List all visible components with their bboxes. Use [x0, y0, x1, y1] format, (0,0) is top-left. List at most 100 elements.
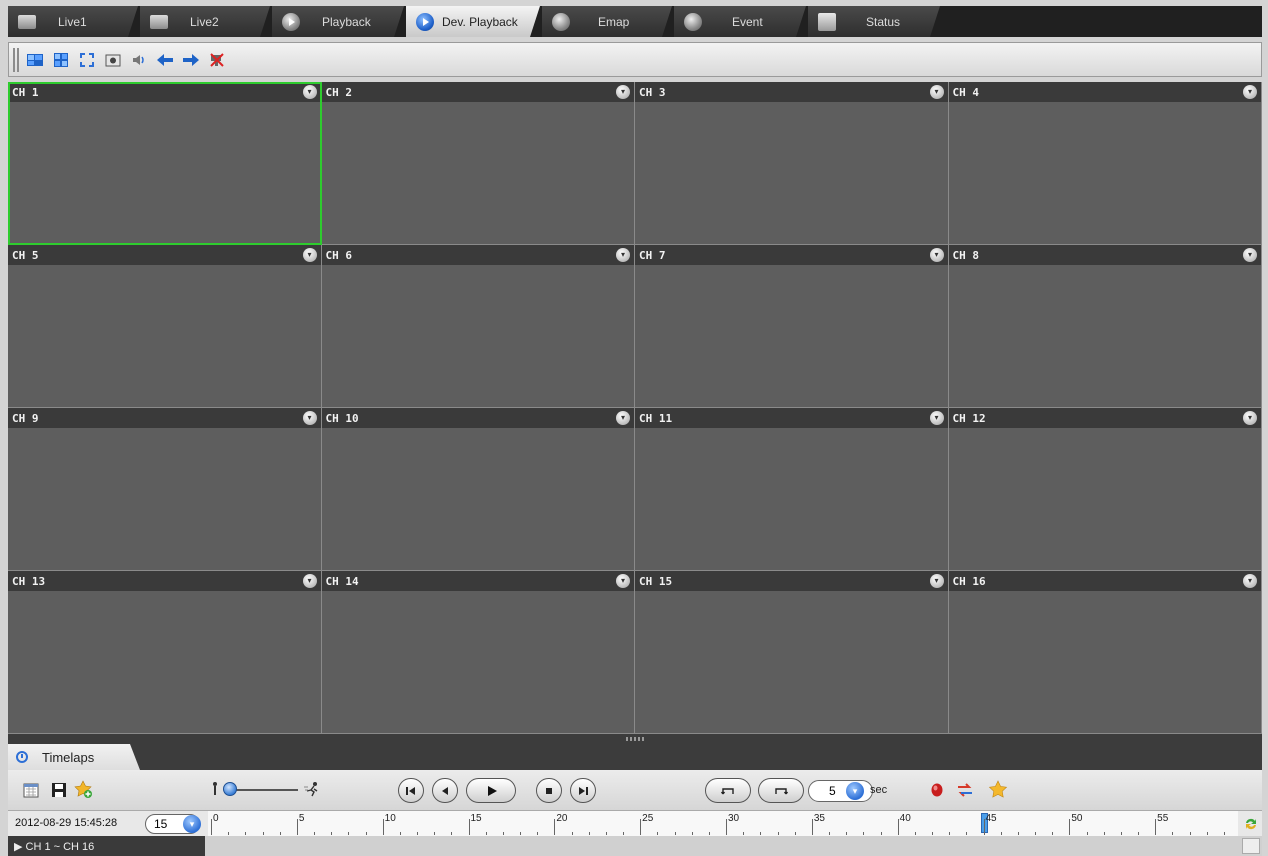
timeline-tick: [914, 832, 916, 835]
snapshot-icon[interactable]: [103, 50, 123, 70]
channel-menu-icon[interactable]: ▾: [929, 85, 944, 99]
status-note-icon: [818, 12, 836, 31]
channel-header: CH 12 ▾: [948, 408, 1261, 428]
channel-cell[interactable]: CH 3 ▾: [635, 82, 949, 245]
refresh-icon[interactable]: [1242, 815, 1260, 838]
channel-menu-icon[interactable]: ▾: [1243, 85, 1257, 99]
bookmark-add-icon[interactable]: [74, 780, 94, 800]
channel-menu-icon[interactable]: ▾: [1243, 411, 1257, 425]
speed-slider-track[interactable]: [233, 789, 298, 791]
channel-menu-icon[interactable]: ▾: [616, 411, 630, 425]
channel-menu-icon[interactable]: ▾: [929, 574, 944, 588]
channel-cell[interactable]: CH 6 ▾: [321, 245, 635, 408]
timeline-tick: [1189, 832, 1191, 835]
tab-label: Status: [866, 14, 901, 29]
tab-timelaps[interactable]: Timelaps: [8, 744, 140, 770]
play-button[interactable]: [466, 778, 516, 803]
channel-cell[interactable]: CH 1 ▾: [8, 82, 322, 245]
audio-icon[interactable]: [129, 50, 149, 70]
panel-splitter[interactable]: [8, 734, 1262, 744]
channel-menu-icon[interactable]: ▾: [929, 411, 944, 425]
channel-menu-icon[interactable]: ▾: [929, 248, 944, 262]
tab-status[interactable]: Status: [808, 6, 940, 37]
channel-cell[interactable]: CH 5 ▾: [8, 245, 322, 408]
channel-menu-icon[interactable]: ▾: [1243, 574, 1257, 588]
fullscreen-icon[interactable]: [77, 50, 97, 70]
export-icon[interactable]: [956, 782, 974, 798]
timeline-tick: [1017, 832, 1019, 835]
channel-cell[interactable]: CH 13 ▾: [8, 571, 322, 734]
channel-menu-icon[interactable]: ▾: [302, 574, 317, 588]
channel-cell[interactable]: CH 15 ▾: [635, 571, 949, 734]
channel-title: CH 3: [639, 85, 666, 99]
skip-end-button[interactable]: [570, 778, 596, 803]
arrow-left-icon[interactable]: [155, 50, 175, 70]
favorite-star-icon[interactable]: [988, 780, 1008, 800]
timeline-tick: [245, 832, 247, 835]
channel-range-label[interactable]: ▶ CH 1 ~ CH 16: [8, 836, 205, 856]
step-forward-button[interactable]: [758, 778, 804, 803]
channel-menu-icon[interactable]: ▾: [616, 574, 630, 588]
disconnect-icon[interactable]: [207, 50, 227, 70]
channel-menu-icon[interactable]: ▾: [302, 85, 317, 99]
channel-title: CH 4: [952, 85, 980, 99]
arrow-right-icon[interactable]: [181, 50, 201, 70]
timeline-tick-label: 15: [470, 813, 482, 824]
channel-menu-icon[interactable]: ▾: [616, 248, 630, 262]
splitter-grip[interactable]: [626, 737, 644, 741]
channel-cell[interactable]: CH 2 ▾: [321, 82, 635, 245]
tab-live2[interactable]: Live2: [140, 6, 270, 37]
calendar-icon[interactable]: [23, 782, 39, 798]
record-icon[interactable]: [930, 782, 944, 798]
step-back-button[interactable]: [432, 778, 458, 803]
timeline-tick: [726, 819, 727, 835]
timeline-tick-label: 25: [642, 813, 654, 824]
stop-button[interactable]: [536, 778, 562, 803]
channel-header: CH 11 ▾: [635, 408, 948, 428]
channel-cell[interactable]: CH 10 ▾: [321, 408, 635, 571]
timeline-tick: [348, 832, 350, 835]
channel-menu-icon[interactable]: ▾: [302, 248, 317, 262]
channel-cell[interactable]: CH 14 ▾: [321, 571, 635, 734]
channel-menu-icon[interactable]: ▾: [302, 411, 317, 425]
channel-menu-icon[interactable]: ▾: [616, 85, 630, 99]
step-interval-dropdown-icon[interactable]: ▾: [846, 782, 864, 800]
channel-title: CH 6: [325, 248, 353, 262]
channel-cell[interactable]: CH 9 ▾: [8, 408, 322, 571]
timeline-tick-label: 10: [384, 813, 396, 824]
step-backward-button[interactable]: [705, 778, 751, 803]
tab-event[interactable]: Event: [674, 6, 806, 37]
step-interval-value: 5: [829, 784, 836, 798]
channel-title: CH 10: [325, 411, 359, 425]
tab-dev-playback[interactable]: Dev. Playback: [406, 6, 540, 37]
globe-icon: [552, 12, 570, 31]
tab-label: Dev. Playback: [442, 14, 518, 29]
channel-cell[interactable]: CH 12 ▾: [948, 408, 1262, 571]
timeline-tick-label: 40: [899, 813, 911, 824]
channel-cell[interactable]: CH 4 ▾: [948, 82, 1262, 245]
timeline-zoom-dropdown-icon[interactable]: ▾: [183, 815, 201, 833]
save-icon[interactable]: [50, 781, 68, 799]
timeline-tick-label: 45: [985, 813, 997, 824]
channel-header: CH 9 ▾: [8, 408, 321, 428]
tab-playback[interactable]: Playback: [272, 6, 404, 37]
tab-live1[interactable]: Live1: [8, 6, 138, 37]
playback-controls: 5 ▾ sec: [8, 770, 1262, 810]
tab-emap[interactable]: Emap: [542, 6, 672, 37]
channel-cell[interactable]: CH 8 ▾: [948, 245, 1262, 408]
tab-label: Live1: [58, 14, 87, 29]
speed-slider-knob[interactable]: [223, 782, 237, 796]
skip-start-button[interactable]: [398, 778, 424, 803]
channel-cell[interactable]: CH 16 ▾: [948, 571, 1262, 734]
layout-16x9-icon[interactable]: [25, 50, 45, 70]
channel-scroll-button[interactable]: [1242, 838, 1260, 854]
channel-title: CH 15: [639, 574, 673, 588]
channel-header: CH 2 ▾: [321, 82, 634, 102]
channel-menu-icon[interactable]: ▾: [1243, 248, 1257, 262]
toolbar-grip[interactable]: [13, 47, 19, 72]
timeline-tick: [1035, 832, 1036, 835]
channel-cell[interactable]: CH 11 ▾: [635, 408, 949, 571]
timeline-ruler[interactable]: 0 5 10 15 20 25 30 35 40 45 50 55: [208, 811, 1238, 837]
channel-cell[interactable]: CH 7 ▾: [635, 245, 949, 408]
layout-4x3-icon[interactable]: [51, 50, 71, 70]
